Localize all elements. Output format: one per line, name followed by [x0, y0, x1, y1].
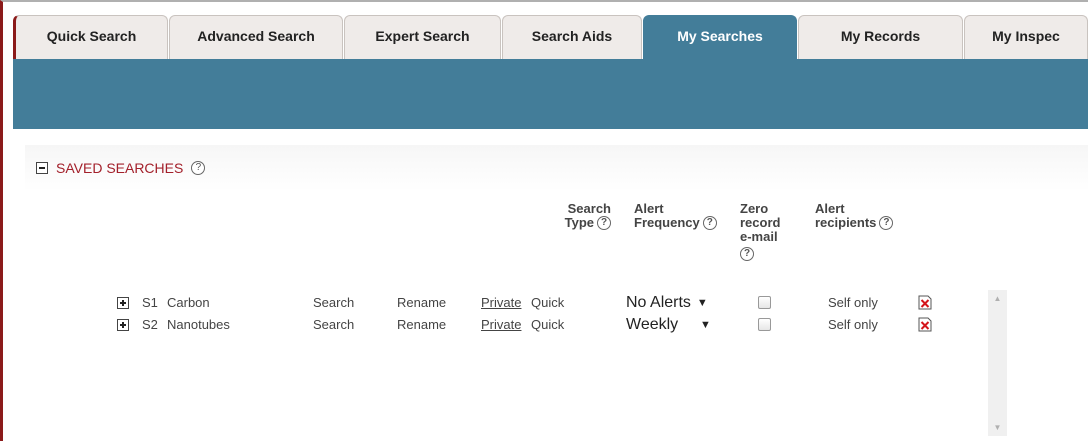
help-icon[interactable]: ? [702, 216, 717, 230]
tab-expert-search[interactable]: Expert Search [344, 15, 501, 59]
table-row: S1 Carbon Search Rename Private Quick No… [0, 294, 1088, 314]
help-icon[interactable]: ? [191, 161, 206, 175]
rename-link[interactable]: Rename [397, 316, 446, 334]
privacy-link[interactable]: Private [481, 316, 521, 334]
tab-my-inspec[interactable]: My Inspec [964, 15, 1088, 59]
table-row: S2 Nanotubes Search Rename Private Quick… [0, 316, 1088, 336]
chevron-down-icon: ▼ [696, 297, 708, 309]
col-zero-record-line2: record [740, 215, 781, 230]
scroll-up-icon[interactable]: ▲ [988, 290, 1007, 307]
search-type-value: Quick [531, 317, 565, 332]
tab-label: My Searches [677, 27, 763, 44]
tab-label: Expert Search [375, 27, 470, 44]
col-search-type-line1: Search [567, 201, 611, 216]
tab-my-records[interactable]: My Records [798, 15, 963, 59]
tab-label: Advanced Search [197, 27, 315, 44]
list-scrollbar[interactable]: ▲ ▼ [988, 290, 1007, 436]
section-title: SAVED SEARCHES ? [36, 160, 206, 176]
tab-content-banner [13, 59, 1088, 129]
search-name: Carbon [167, 295, 210, 310]
tab-bar: Quick Search Advanced Search Expert Sear… [13, 15, 1088, 59]
col-search-type-line2: Type [564, 215, 594, 230]
tab-label: My Records [840, 27, 921, 44]
col-alert-frequency-line1: Alert [634, 201, 664, 216]
scroll-down-icon[interactable]: ▼ [988, 419, 1007, 436]
search-id: S2 [142, 317, 158, 332]
search-name: Nanotubes [167, 317, 230, 332]
col-zero-record: Zero record e-mail ? [740, 202, 780, 261]
col-alert-recipients-line1: Alert [815, 201, 845, 216]
chevron-down-icon: ▼ [700, 319, 711, 331]
tab-search-aids[interactable]: Search Aids [502, 15, 642, 59]
zero-record-checkbox[interactable] [758, 318, 771, 331]
tab-advanced-search[interactable]: Advanced Search [169, 15, 343, 59]
run-search-link[interactable]: Search [313, 294, 354, 312]
col-alert-recipients: Alert recipients? [815, 201, 894, 230]
alert-frequency-value: No Alerts [626, 294, 691, 311]
col-zero-record-line1: Zero [740, 201, 769, 216]
collapse-icon[interactable] [36, 162, 48, 174]
help-icon[interactable]: ? [879, 216, 894, 230]
col-alert-recipients-line2: recipients [815, 215, 877, 230]
tab-quick-search[interactable]: Quick Search [13, 15, 168, 59]
help-icon[interactable]: ? [597, 216, 611, 230]
delete-icon[interactable] [918, 295, 932, 310]
alert-frequency-select[interactable]: Weekly ▼ [626, 316, 711, 334]
section-title-label: SAVED SEARCHES [56, 160, 184, 176]
help-icon[interactable]: ? [740, 246, 754, 261]
rename-link[interactable]: Rename [397, 294, 446, 312]
expand-icon[interactable] [117, 297, 129, 309]
col-alert-frequency-line2: Frequency [634, 215, 700, 230]
tab-my-searches[interactable]: My Searches [643, 15, 797, 59]
alert-frequency-select[interactable]: No Alerts ▼ [626, 294, 708, 312]
expand-icon[interactable] [117, 319, 129, 331]
search-id: S1 [142, 295, 158, 310]
tab-label: Search Aids [531, 27, 613, 44]
privacy-link[interactable]: Private [481, 294, 521, 312]
alert-recipients-value: Self only [828, 295, 878, 310]
run-search-link[interactable]: Search [313, 316, 354, 334]
col-search-type: Search Type? [551, 202, 611, 230]
col-alert-frequency: Alert Frequency? [634, 202, 717, 230]
tab-label: My Inspec [992, 27, 1060, 44]
zero-record-checkbox[interactable] [758, 296, 771, 309]
col-zero-record-line3: e-mail [740, 229, 778, 244]
tab-label: Quick Search [46, 27, 137, 44]
search-type-value: Quick [531, 295, 565, 310]
alert-frequency-value: Weekly [626, 316, 679, 333]
alert-recipients-value: Self only [828, 317, 878, 332]
delete-icon[interactable] [918, 317, 932, 332]
